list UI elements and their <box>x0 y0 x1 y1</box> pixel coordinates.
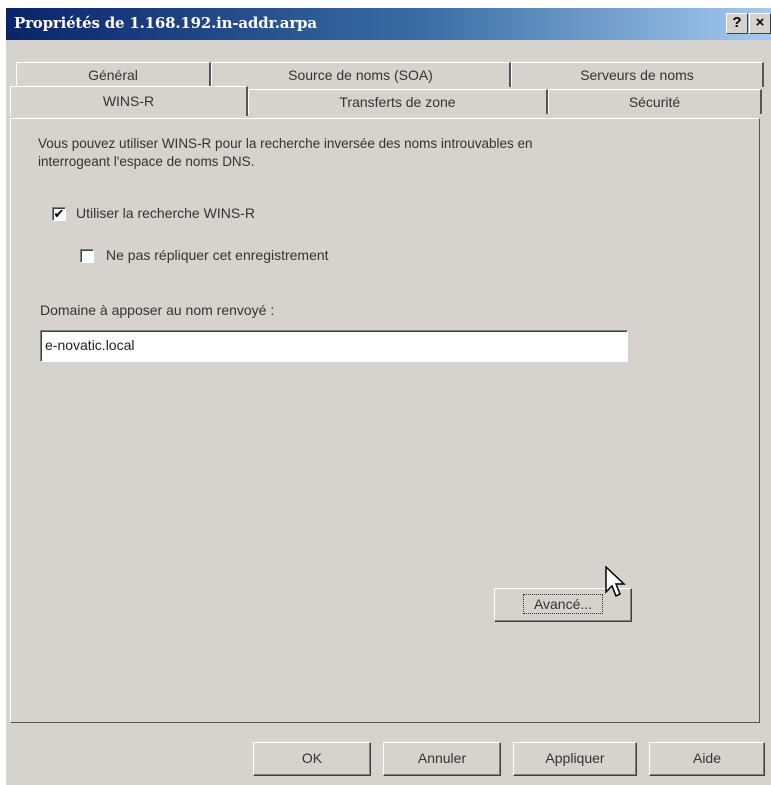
tab-row-front: WINS-R Transferts de zone Sécurité <box>10 86 762 116</box>
mouse-cursor-icon <box>605 566 626 598</box>
window-title: Propriétés de 1.168.192.in-addr.arpa <box>14 14 317 32</box>
tab-zone-transfers[interactable]: Transferts de zone <box>248 89 548 114</box>
tab-name-servers[interactable]: Serveurs de noms <box>511 62 764 87</box>
no-replicate-checkbox[interactable] <box>80 249 94 263</box>
close-icon[interactable]: × <box>749 13 771 34</box>
tab-security[interactable]: Sécurité <box>548 89 762 114</box>
no-replicate-label[interactable]: Ne pas répliquer cet enregistrement <box>106 247 329 263</box>
ok-button[interactable]: OK <box>253 742 371 776</box>
help-icon[interactable]: ? <box>726 13 748 34</box>
apply-button[interactable]: Appliquer <box>513 742 637 776</box>
description-text: Vous pouvez utiliser WINS-R pour la rech… <box>38 136 533 169</box>
tab-soa[interactable]: Source de noms (SOA) <box>211 62 511 87</box>
domain-label: Domaine à apposer au nom renvoyé : <box>40 302 275 318</box>
cancel-button[interactable]: Annuler <box>383 742 501 776</box>
use-wins-r-label[interactable]: Utiliser la recherche WINS-R <box>76 205 255 221</box>
tab-general[interactable]: Général <box>16 62 211 87</box>
domain-input[interactable]: e-novatic.local <box>40 330 628 362</box>
use-wins-r-checkbox[interactable]: ✔ <box>52 207 66 221</box>
advanced-button-label: Avancé... <box>522 594 604 614</box>
help-button[interactable]: Aide <box>649 742 765 776</box>
tab-row-back: Général Source de noms (SOA) Serveurs de… <box>16 62 764 87</box>
tab-wins-r[interactable]: WINS-R <box>10 86 248 116</box>
title-bar[interactable]: Propriétés de 1.168.192.in-addr.arpa ? × <box>6 8 771 40</box>
